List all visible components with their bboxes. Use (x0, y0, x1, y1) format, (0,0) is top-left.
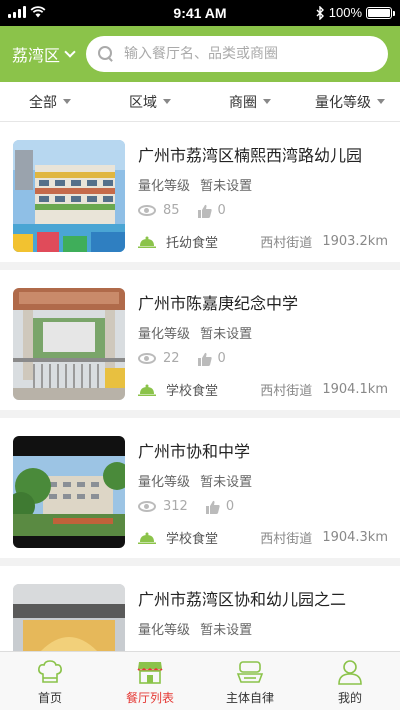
filter-grade[interactable]: 量化等级 (300, 82, 400, 121)
eye-icon (138, 205, 156, 216)
canteen-type: 学校食堂 (166, 384, 219, 399)
chevron-down-icon (64, 46, 76, 58)
grade-label: 量化等级 (138, 475, 191, 490)
thumbs-up-icon[interactable] (197, 352, 212, 366)
tab-restaurant-list[interactable]: 餐厅列表 (100, 652, 200, 710)
distance: 1904.1km (322, 382, 388, 397)
grade-row: 量化等级 暂未设置 (138, 175, 252, 194)
thumbs-up-icon[interactable] (197, 204, 212, 218)
bluetooth-icon (316, 5, 324, 20)
view-count: 85 (163, 203, 180, 218)
grade-label: 量化等级 (138, 179, 191, 194)
status-right: 100% (316, 5, 395, 20)
header-bar: 荔湾区 (0, 26, 400, 82)
restaurant-card[interactable]: 广州市协和中学 量化等级 暂未设置 312 0 学校食堂 西村街道 1904.3… (0, 418, 400, 558)
restaurant-name: 广州市陈嘉庚纪念中学 (138, 294, 299, 313)
stats-row: 22 0 (138, 351, 226, 366)
storefront-icon (137, 662, 163, 684)
tab-label: 主体自律 (225, 691, 274, 705)
grade-label: 量化等级 (138, 327, 191, 342)
eye-icon (138, 501, 156, 512)
bottom-tab-bar: 首页 餐厅列表 主体自律 我的 (0, 651, 400, 710)
distance: 1903.2km (322, 234, 388, 249)
district-selector[interactable]: 荔湾区 (12, 42, 84, 66)
status-bar: 9:41 AM 100% (0, 0, 400, 26)
thumbs-up-icon[interactable] (205, 500, 220, 514)
like-count: 0 (225, 499, 235, 514)
tab-home[interactable]: 首页 (0, 652, 100, 710)
info-row: 学校食堂 西村街道 1904.3km (138, 528, 388, 547)
grade-row: 量化等级 暂未设置 (138, 323, 252, 342)
view-count: 22 (163, 351, 180, 366)
grade-value: 暂未设置 (200, 623, 253, 638)
filter-bar: 全部 区域 商圈 量化等级 (0, 82, 400, 122)
info-row: 托幼食堂 西村街道 1903.2km (138, 232, 388, 251)
cloche-icon (138, 384, 156, 396)
restaurant-list[interactable]: 广州市荔湾区楠熙西湾路幼儿园 量化等级 暂未设置 85 0 托幼食堂 西村街道 … (0, 122, 400, 651)
caret-down-icon (377, 99, 385, 104)
dish-icon (236, 661, 264, 683)
info-row: 学校食堂 西村街道 1904.1km (138, 380, 388, 399)
caret-down-icon (63, 99, 71, 104)
restaurant-card[interactable]: 广州市陈嘉庚纪念中学 量化等级 暂未设置 22 0 学校食堂 西村街道 1904… (0, 270, 400, 410)
restaurant-photo (13, 436, 125, 548)
restaurant-photo (13, 140, 125, 252)
grade-value: 暂未设置 (200, 327, 253, 342)
eye-icon (138, 353, 156, 364)
distance: 1904.3km (322, 530, 388, 545)
district-label: 荔湾区 (12, 46, 61, 65)
restaurant-name: 广州市荔湾区楠熙西湾路幼儿园 (138, 146, 363, 165)
caret-down-icon (263, 99, 271, 104)
filter-region[interactable]: 区域 (100, 82, 200, 121)
tab-label: 我的 (337, 691, 362, 705)
street-name: 西村街道 (260, 236, 313, 251)
filter-business-district[interactable]: 商圈 (200, 82, 300, 121)
filter-all[interactable]: 全部 (0, 82, 100, 121)
tab-label: 餐厅列表 (125, 691, 174, 705)
grade-value: 暂未设置 (200, 475, 253, 490)
grade-label: 量化等级 (138, 623, 191, 638)
grade-row: 量化等级 暂未设置 (138, 471, 252, 490)
stats-row: 85 0 (138, 203, 226, 218)
search-input[interactable] (124, 46, 374, 62)
person-icon (338, 660, 362, 685)
canteen-type: 学校食堂 (166, 532, 219, 547)
filter-label: 区域 (129, 94, 157, 111)
stats-row: 312 0 (138, 499, 234, 514)
canteen-type: 托幼食堂 (166, 236, 219, 251)
restaurant-photo (13, 288, 125, 400)
search-box[interactable] (86, 36, 388, 72)
tab-profile[interactable]: 我的 (300, 652, 400, 710)
view-count: 312 (163, 499, 188, 514)
cloche-icon (138, 236, 156, 248)
filter-label: 商圈 (229, 94, 257, 111)
battery-icon (366, 6, 395, 19)
tab-label: 首页 (37, 691, 62, 705)
cloche-icon (138, 532, 156, 544)
battery-percent: 100% (328, 5, 362, 20)
restaurant-photo (13, 584, 125, 651)
grade-row: 量化等级 暂未设置 (138, 619, 252, 638)
search-icon (98, 46, 114, 62)
like-count: 0 (217, 203, 226, 218)
restaurant-card[interactable]: 广州市荔湾区楠熙西湾路幼儿园 量化等级 暂未设置 85 0 托幼食堂 西村街道 … (0, 122, 400, 262)
street-name: 西村街道 (260, 532, 313, 547)
filter-label: 全部 (29, 94, 57, 111)
street-name: 西村街道 (260, 384, 313, 399)
caret-down-icon (163, 99, 171, 104)
restaurant-name: 广州市协和中学 (138, 442, 251, 461)
tab-self-discipline[interactable]: 主体自律 (200, 652, 300, 710)
chef-hat-icon (38, 660, 62, 683)
like-count: 0 (217, 351, 226, 366)
restaurant-card[interactable]: 广州市荔湾区协和幼儿园之二 量化等级 暂未设置 (0, 566, 400, 651)
grade-value: 暂未设置 (200, 179, 253, 194)
restaurant-name: 广州市荔湾区协和幼儿园之二 (138, 590, 347, 609)
filter-label: 量化等级 (315, 94, 371, 111)
